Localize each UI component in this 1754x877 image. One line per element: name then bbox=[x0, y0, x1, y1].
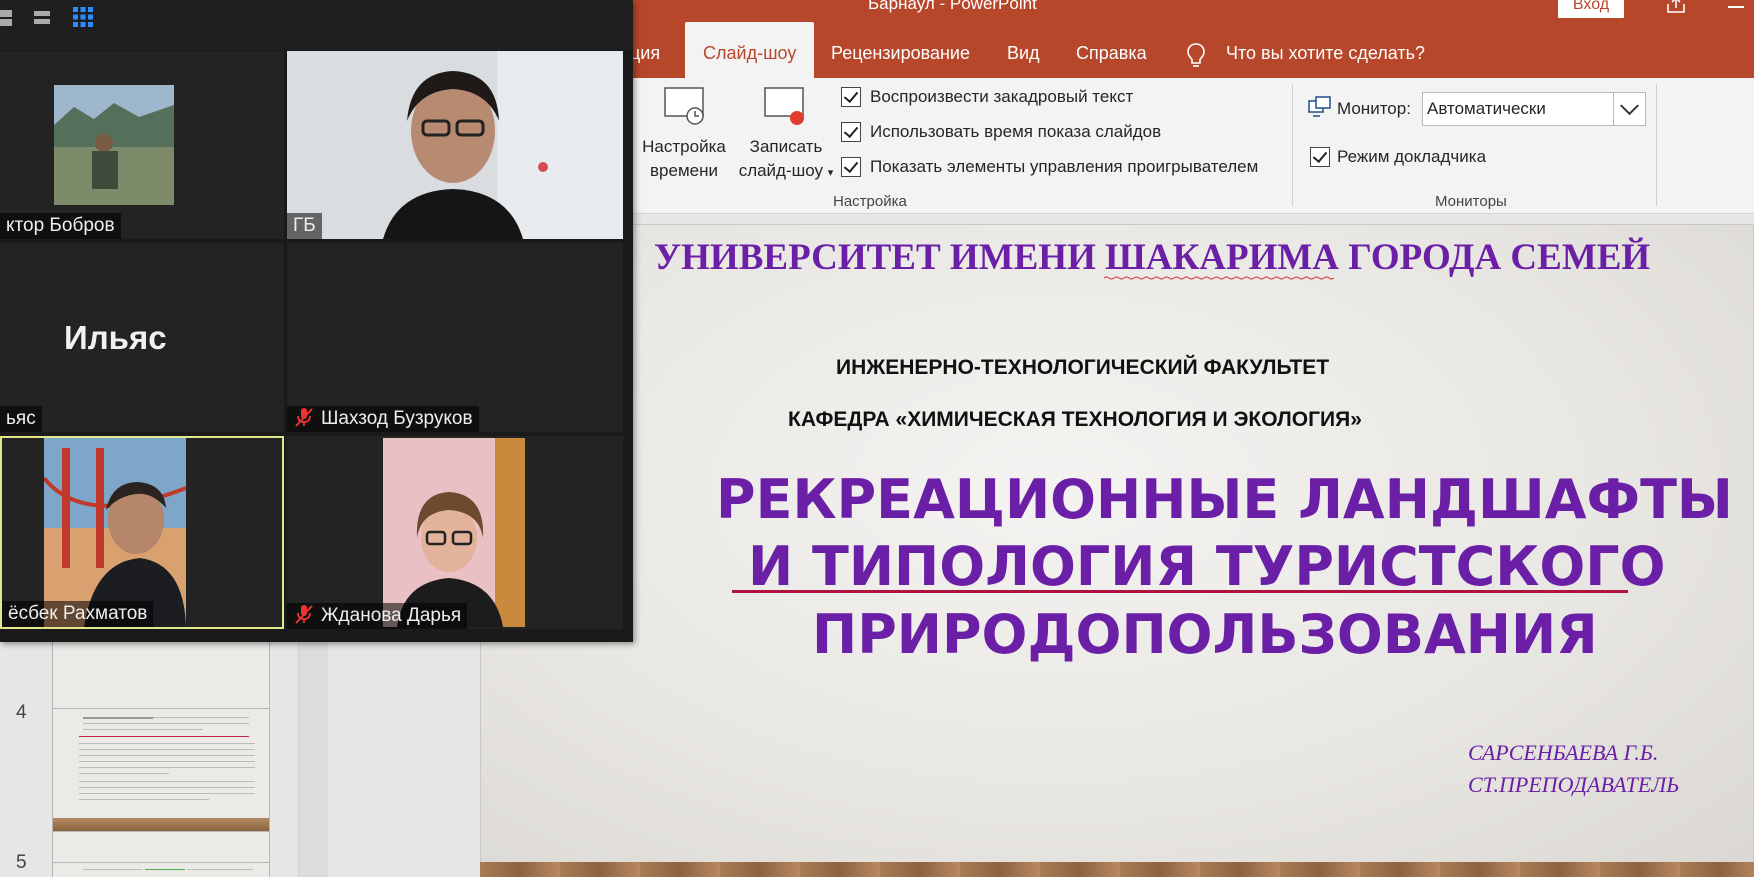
monitor-select-value: Автоматически bbox=[1427, 99, 1546, 118]
tab-slideshow[interactable]: Слайд-шоу bbox=[685, 22, 815, 78]
participant-name: Шахзод Бузруков bbox=[321, 408, 473, 429]
presenter-view-label: Режим докладчика bbox=[1337, 147, 1487, 166]
thumb-text-line bbox=[83, 729, 203, 730]
participant-name: ьяс bbox=[0, 406, 42, 432]
participant-video bbox=[54, 85, 174, 205]
zoom-gallery-window: ктор Бобров ГБ Ильяс ьяс Шахзод Бузруков… bbox=[0, 0, 633, 642]
monitors-group-label: Мониторы bbox=[1435, 193, 1507, 210]
thumb-divider bbox=[79, 736, 249, 737]
participant-tile[interactable]: ктор Бобров bbox=[0, 51, 284, 239]
participant-video bbox=[287, 51, 623, 239]
slide-faculty[interactable]: ИНЖЕНЕРНО-ТЕХНОЛОГИЧЕСКИЙ ФАКУЛЬТЕТ bbox=[836, 356, 1329, 380]
mic-muted-icon bbox=[295, 605, 313, 624]
lightbulb-icon bbox=[1187, 43, 1205, 67]
presenter-view-checkbox[interactable] bbox=[1310, 147, 1330, 167]
use-timings-checkbox[interactable] bbox=[841, 122, 861, 142]
slide-title-line-1[interactable]: РЕКРЕАЦИОННЫЕ ЛАНДШАФТЫ bbox=[716, 468, 1733, 531]
thumb-text-line bbox=[79, 749, 255, 750]
slide-thumbnail-4[interactable] bbox=[52, 708, 270, 832]
tab-view[interactable]: Вид bbox=[1007, 22, 1040, 78]
list-view-icon[interactable] bbox=[32, 8, 52, 28]
thumb-text-line bbox=[79, 761, 255, 762]
thumb-text-line bbox=[79, 781, 255, 782]
participant-tile-active[interactable]: ёсбек Рахматов bbox=[0, 436, 284, 629]
tell-me-search[interactable]: Что вы хотите сделать? bbox=[1226, 22, 1425, 78]
setup-group-label: Настройка bbox=[833, 193, 907, 210]
mic-muted-icon bbox=[295, 408, 313, 427]
participant-name-bar: Шахзод Бузруков bbox=[287, 406, 479, 432]
slide-department[interactable]: КАФЕДРА «ХИМИЧЕСКАЯ ТЕХНОЛОГИЯ И ЭКОЛОГИ… bbox=[788, 408, 1362, 432]
record-slideshow-button[interactable]: Записать слайд-шоу ▾ bbox=[730, 135, 842, 185]
monitor-select[interactable]: Автоматически bbox=[1422, 92, 1646, 126]
participant-display-name: Ильяс bbox=[64, 319, 167, 356]
login-button[interactable]: Вход bbox=[1558, 0, 1624, 18]
window-title: Барнаул - PowerPoint bbox=[868, 0, 1037, 13]
narrations-checkbox[interactable] bbox=[841, 87, 861, 107]
participant-name: ГБ bbox=[287, 213, 322, 239]
thumb-text-line bbox=[83, 717, 153, 719]
participant-tile[interactable]: ГБ bbox=[287, 51, 623, 239]
tab-review[interactable]: Рецензирование bbox=[831, 22, 970, 78]
participant-video bbox=[44, 438, 186, 627]
participant-name: ёсбек Рахматов bbox=[2, 601, 154, 627]
participant-video bbox=[383, 438, 525, 627]
thumbnail-floor bbox=[53, 818, 269, 831]
media-controls-checkbox[interactable] bbox=[841, 157, 861, 177]
gallery-grid-icon[interactable] bbox=[72, 6, 94, 28]
rehearse-timings-icon bbox=[664, 87, 704, 125]
chevron-down-icon: ▾ bbox=[827, 167, 834, 179]
thumb-text-line bbox=[83, 869, 143, 870]
narrations-label: Воспроизвести закадровый текст bbox=[870, 87, 1134, 106]
slide-thumbnail-5[interactable] bbox=[52, 862, 270, 877]
record-slideshow-icon bbox=[764, 87, 804, 125]
thumb-text-line bbox=[79, 793, 255, 794]
minimize-icon[interactable] bbox=[1728, 6, 1744, 8]
title-underline bbox=[732, 590, 1628, 593]
speaker-view-icon[interactable] bbox=[0, 8, 16, 28]
participant-name-bar: Жданова Дарья bbox=[287, 603, 468, 629]
slide-number: 5 bbox=[16, 852, 27, 873]
thumb-text-line bbox=[79, 755, 255, 756]
screen: Барнаул - PowerPoint Вход ция Слайд-шоу … bbox=[0, 0, 1754, 877]
tab-help[interactable]: Справка bbox=[1076, 22, 1147, 78]
zoom-toolbar bbox=[0, 0, 633, 50]
slide-author-position[interactable]: СТ.ПРЕПОДАВАТЕЛЬ bbox=[1468, 772, 1679, 798]
thumb-text-line bbox=[145, 869, 185, 870]
participant-name: ктор Бобров bbox=[0, 213, 121, 239]
thumb-text-line bbox=[83, 723, 249, 724]
thumb-text-line bbox=[79, 767, 255, 768]
slide-title-line-3[interactable]: ПРИРОДОПОЛЬЗОВАНИЯ bbox=[812, 603, 1598, 666]
thumb-text-line bbox=[79, 743, 255, 744]
slide-university-title[interactable]: УНИВЕРСИТЕТ ИМЕНИ ШАКАРИМА ГОРОДА СЕМЕЙ bbox=[654, 236, 1650, 279]
monitor-icon bbox=[1308, 96, 1331, 117]
slide-title-line-2[interactable]: И ТИПОЛОГИЯ ТУРИСТСКОГО bbox=[748, 535, 1666, 598]
chevron-down-icon[interactable] bbox=[1613, 93, 1645, 125]
participant-tile[interactable]: Ильяс ьяс bbox=[0, 243, 284, 432]
rehearse-timings-button[interactable]: Настройка времени bbox=[640, 135, 728, 183]
thumb-text-line bbox=[79, 787, 255, 788]
thumb-text-line bbox=[79, 773, 169, 774]
thumb-text-line bbox=[187, 869, 253, 870]
share-icon[interactable] bbox=[1666, 0, 1686, 14]
participant-tile[interactable]: Жданова Дарья bbox=[287, 436, 623, 629]
tab-animations[interactable]: ция bbox=[630, 22, 660, 78]
group-separator bbox=[1656, 84, 1657, 206]
participant-name: Жданова Дарья bbox=[321, 605, 462, 626]
thumb-text-line bbox=[79, 799, 209, 800]
use-timings-label: Использовать время показа слайдов bbox=[870, 122, 1162, 141]
participant-tile[interactable]: Шахзод Бузруков bbox=[287, 243, 623, 432]
slide-number: 4 bbox=[16, 702, 27, 723]
slide-floor bbox=[480, 862, 1754, 877]
monitor-label: Монитор: bbox=[1337, 99, 1411, 118]
group-separator bbox=[1292, 84, 1293, 206]
thumb-text-line bbox=[153, 717, 249, 718]
slide-author[interactable]: САРСЕНБАЕВА Г.Б. bbox=[1468, 740, 1658, 766]
media-controls-label: Показать элементы управления проигрывате… bbox=[870, 157, 1259, 176]
